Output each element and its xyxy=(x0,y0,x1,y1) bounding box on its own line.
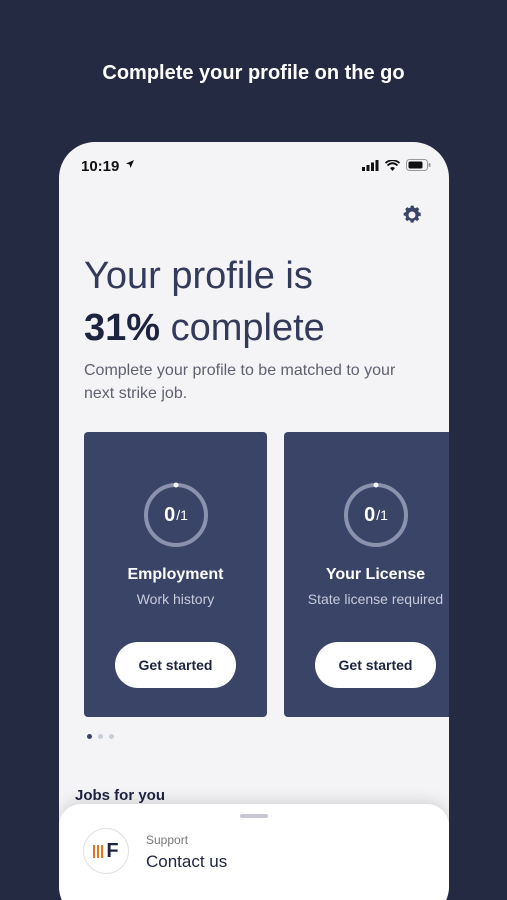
headline-line2: 31% complete xyxy=(84,302,325,354)
get-started-button[interactable]: Get started xyxy=(115,642,236,688)
profile-completion-headline: Your profile is 31% complete xyxy=(84,250,325,354)
progress-count: 0/1 xyxy=(143,482,209,548)
progress-total: /1 xyxy=(176,507,188,523)
support-logo-avatar: F xyxy=(83,828,129,874)
logo-letter: F xyxy=(106,839,119,862)
headline-line1: Your profile is xyxy=(84,255,313,297)
completion-percent: 31% xyxy=(84,307,161,349)
pagination-dot-active[interactable] xyxy=(87,734,92,739)
status-icons xyxy=(362,159,431,171)
progress-total: /1 xyxy=(376,507,388,523)
card-subtitle: State license required xyxy=(307,591,444,607)
status-time: 10:19 xyxy=(81,158,120,175)
employment-card[interactable]: 0/1 Employment Work history Get started xyxy=(84,432,267,717)
promo-title: Complete your profile on the go xyxy=(102,62,405,84)
sheet-drag-handle[interactable] xyxy=(240,814,268,818)
wifi-icon xyxy=(385,159,400,171)
license-card[interactable]: 0/1 Your License State license required … xyxy=(284,432,449,717)
get-started-button[interactable]: Get started xyxy=(315,642,436,688)
settings-gear-icon[interactable] xyxy=(401,204,423,226)
contact-us-link[interactable]: Contact us xyxy=(146,852,227,872)
battery-icon xyxy=(406,159,431,171)
support-bottom-sheet[interactable]: F Support Contact us xyxy=(59,804,449,900)
profile-subtext: Complete your profile to be matched to y… xyxy=(84,362,396,402)
signal-icon xyxy=(362,159,379,171)
card-title: Your License xyxy=(325,566,426,583)
progress-value: 0 xyxy=(164,503,176,526)
card-title: Employment xyxy=(127,566,224,583)
headline-line2-rest: complete xyxy=(160,307,325,349)
phone-screen: 10:19 Your profile is 31% complete Compl… xyxy=(59,142,449,900)
logo-bars-icon xyxy=(93,844,104,858)
carousel-pagination[interactable] xyxy=(87,734,114,739)
pagination-dot[interactable] xyxy=(109,734,114,739)
progress-value: 0 xyxy=(364,503,376,526)
pagination-dot[interactable] xyxy=(98,734,103,739)
support-label: Support xyxy=(146,833,189,847)
card-subtitle: Work history xyxy=(136,591,215,607)
progress-count: 0/1 xyxy=(343,482,409,548)
jobs-section-title: Jobs for you xyxy=(75,787,166,804)
location-arrow-icon xyxy=(126,160,134,168)
status-bar: 10:19 xyxy=(59,142,449,192)
